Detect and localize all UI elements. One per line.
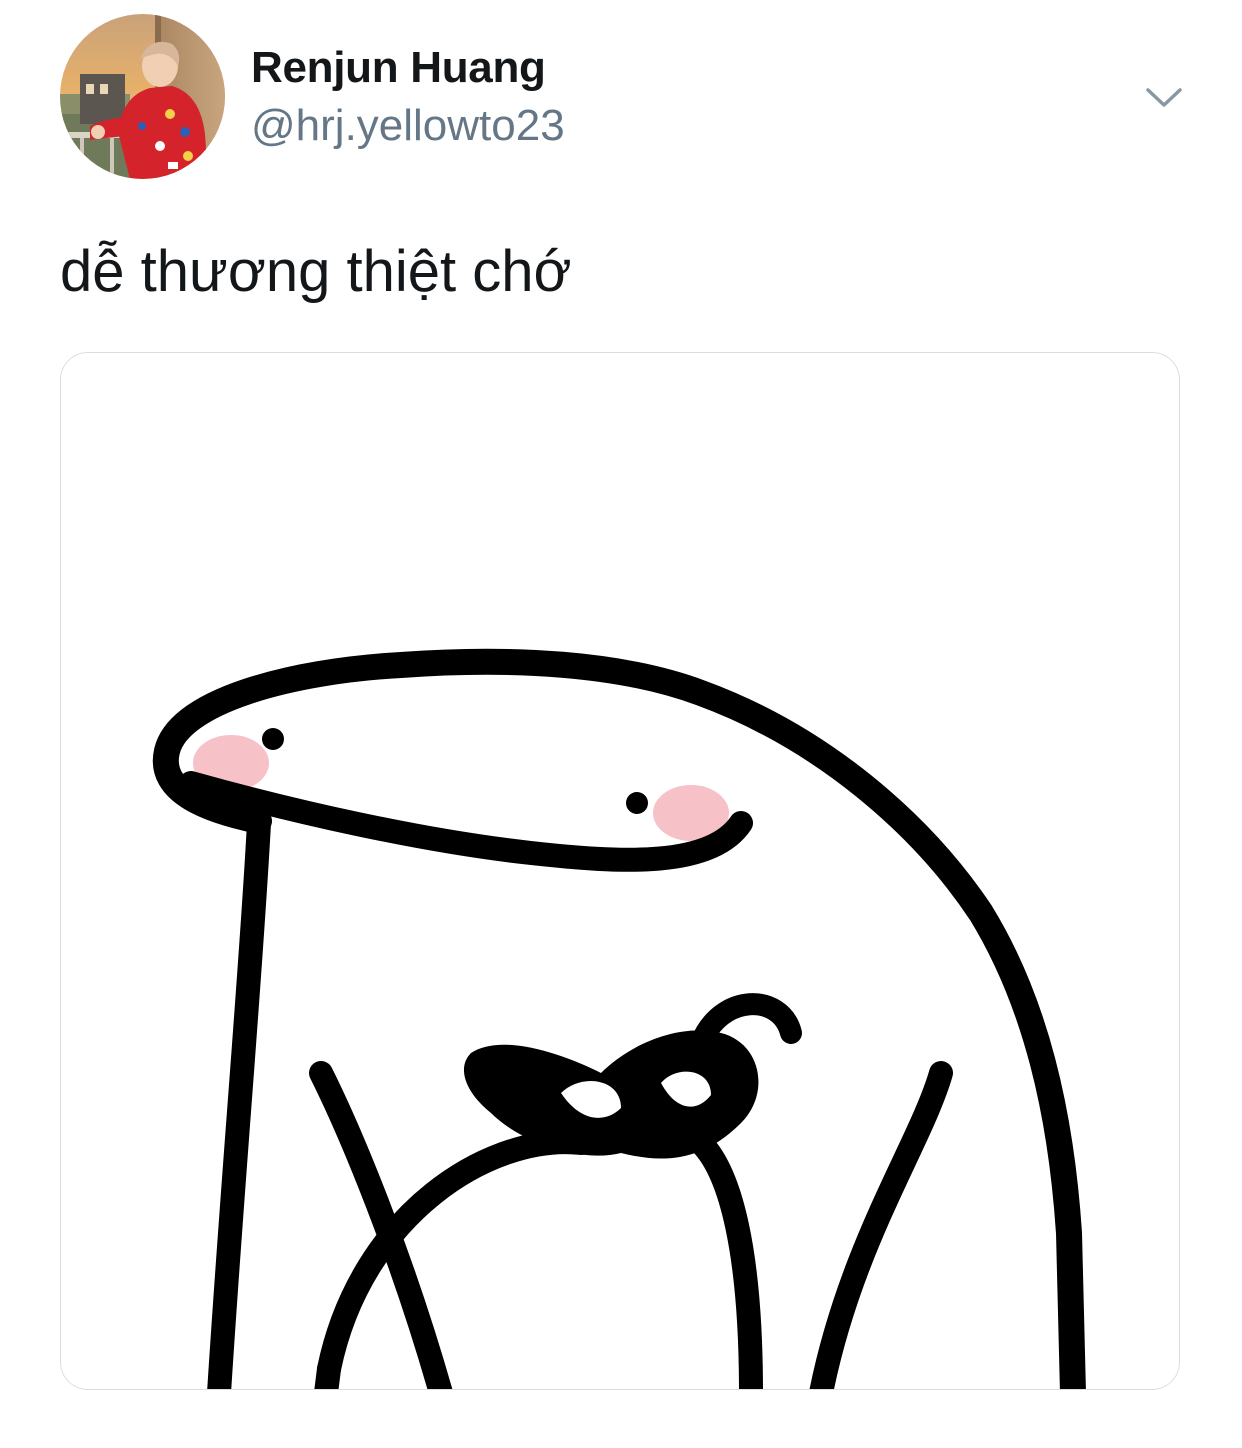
eye-left xyxy=(262,728,284,750)
tweet-card[interactable]: Renjun Huang @hrj.yellowto23 dễ thương t… xyxy=(0,0,1242,1448)
tweet-text: dễ thương thiệt chớ xyxy=(60,239,572,304)
tweet-menu-button[interactable] xyxy=(1140,78,1188,118)
author-display-name[interactable]: Renjun Huang xyxy=(251,40,546,96)
chevron-down-icon xyxy=(1146,88,1182,107)
author-handle[interactable]: @hrj.yellowto23 xyxy=(251,98,565,154)
flork-meme-illustration xyxy=(61,353,1179,1389)
avatar-photo xyxy=(60,14,225,179)
eye-right xyxy=(626,792,648,814)
tweet-media-image[interactable] xyxy=(60,352,1180,1390)
avatar[interactable] xyxy=(60,14,225,179)
